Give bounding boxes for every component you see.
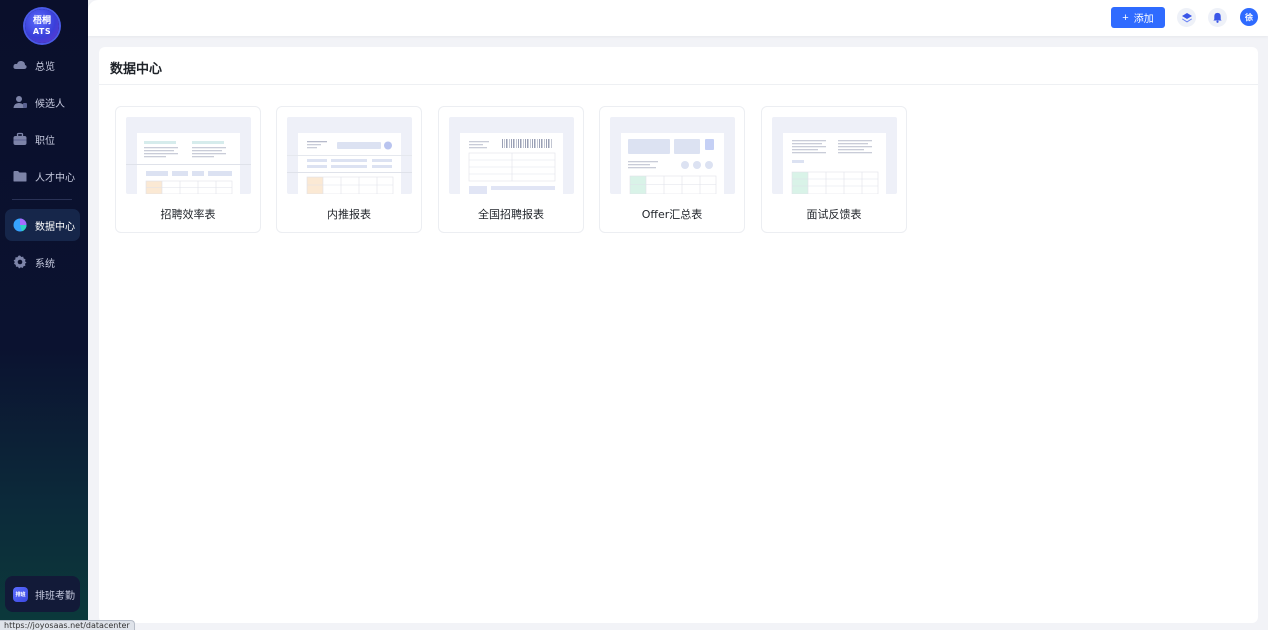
report-card-label: Offer汇总表 bbox=[641, 208, 703, 221]
layers-icon bbox=[1181, 12, 1192, 22]
report-card-label: 内推报表 bbox=[327, 208, 371, 221]
gear-icon bbox=[13, 255, 27, 269]
notifications-button[interactable] bbox=[1208, 8, 1227, 27]
report-thumbnail bbox=[126, 117, 251, 194]
report-preview-icon bbox=[783, 133, 886, 194]
shift-app-label: 排班考勤 bbox=[35, 590, 75, 602]
sidebar-item-overview[interactable]: 总览 bbox=[5, 49, 80, 81]
app-logo[interactable]: 梧桐 ATS bbox=[25, 9, 59, 43]
sidebar-item-label: 人才中心 bbox=[35, 172, 75, 184]
bell-icon bbox=[1213, 12, 1222, 23]
sidebar-item-candidates[interactable]: 候选人 bbox=[5, 86, 80, 118]
report-card-offer-summary[interactable]: Offer汇总表 bbox=[599, 106, 745, 233]
sidebar-item-label: 候选人 bbox=[35, 98, 65, 110]
logo-line2: ATS bbox=[32, 26, 52, 36]
report-card-label: 全国招聘报表 bbox=[478, 208, 544, 221]
report-card-national-recruitment[interactable]: 全国招聘报表 bbox=[438, 106, 584, 233]
data-center-panel: 数据中心 招聘效率表 内推报表 全国招聘报表 Offer汇总表 面试反馈表 bbox=[99, 47, 1258, 623]
sidebar-item-label: 职位 bbox=[35, 135, 55, 147]
sidebar-item-jobs[interactable]: 职位 bbox=[5, 123, 80, 155]
sidebar: 梧桐 ATS 总览 候选人 职位 人才中心 数据中心 系统 排班 排班考勤 bbox=[0, 0, 88, 630]
report-preview-icon bbox=[460, 133, 563, 194]
sidebar-item-label: 数据中心 bbox=[35, 221, 75, 233]
folder-icon bbox=[13, 171, 27, 182]
sidebar-item-system[interactable]: 系统 bbox=[5, 246, 80, 278]
report-preview-icon bbox=[621, 133, 724, 194]
shift-attendance-app-button[interactable]: 排班 排班考勤 bbox=[5, 576, 80, 612]
user-avatar[interactable]: 徐 bbox=[1240, 8, 1258, 26]
add-button[interactable]: + 添加 bbox=[1111, 7, 1165, 28]
top-header bbox=[88, 0, 1268, 36]
sidebar-item-label: 总览 bbox=[35, 61, 55, 73]
report-card-recruitment-efficiency[interactable]: 招聘效率表 bbox=[115, 106, 261, 233]
briefcase-icon bbox=[13, 132, 27, 145]
sidebar-divider bbox=[12, 199, 72, 200]
sidebar-item-talent-center[interactable]: 人才中心 bbox=[5, 160, 80, 192]
page-title: 数据中心 bbox=[110, 62, 163, 77]
cloud-icon bbox=[13, 60, 27, 69]
sidebar-item-data-center[interactable]: 数据中心 bbox=[5, 209, 80, 241]
report-thumbnail bbox=[449, 117, 574, 194]
plus-icon: + bbox=[1122, 11, 1129, 24]
layers-icon-button[interactable] bbox=[1177, 8, 1196, 27]
report-thumbnail bbox=[610, 117, 735, 194]
sidebar-item-label: 系统 bbox=[35, 258, 55, 270]
title-divider bbox=[99, 84, 1258, 85]
report-card-label: 招聘效率表 bbox=[160, 208, 216, 221]
report-card-referral[interactable]: 内推报表 bbox=[276, 106, 422, 233]
report-card-label: 面试反馈表 bbox=[806, 208, 862, 221]
report-thumbnail bbox=[772, 117, 897, 194]
user-icon bbox=[13, 96, 27, 108]
logo-line1: 梧桐 bbox=[32, 15, 51, 26]
report-card-interview-feedback[interactable]: 面试反馈表 bbox=[761, 106, 907, 233]
report-thumbnail bbox=[287, 117, 412, 194]
report-preview-icon bbox=[287, 133, 412, 194]
shift-app-icon: 排班 bbox=[13, 586, 28, 602]
add-button-label: 添加 bbox=[1133, 14, 1154, 25]
report-preview-icon bbox=[126, 133, 251, 194]
status-bar-url: https://joyosaas.net/datacenter bbox=[0, 620, 135, 630]
pie-chart-icon bbox=[13, 218, 27, 232]
